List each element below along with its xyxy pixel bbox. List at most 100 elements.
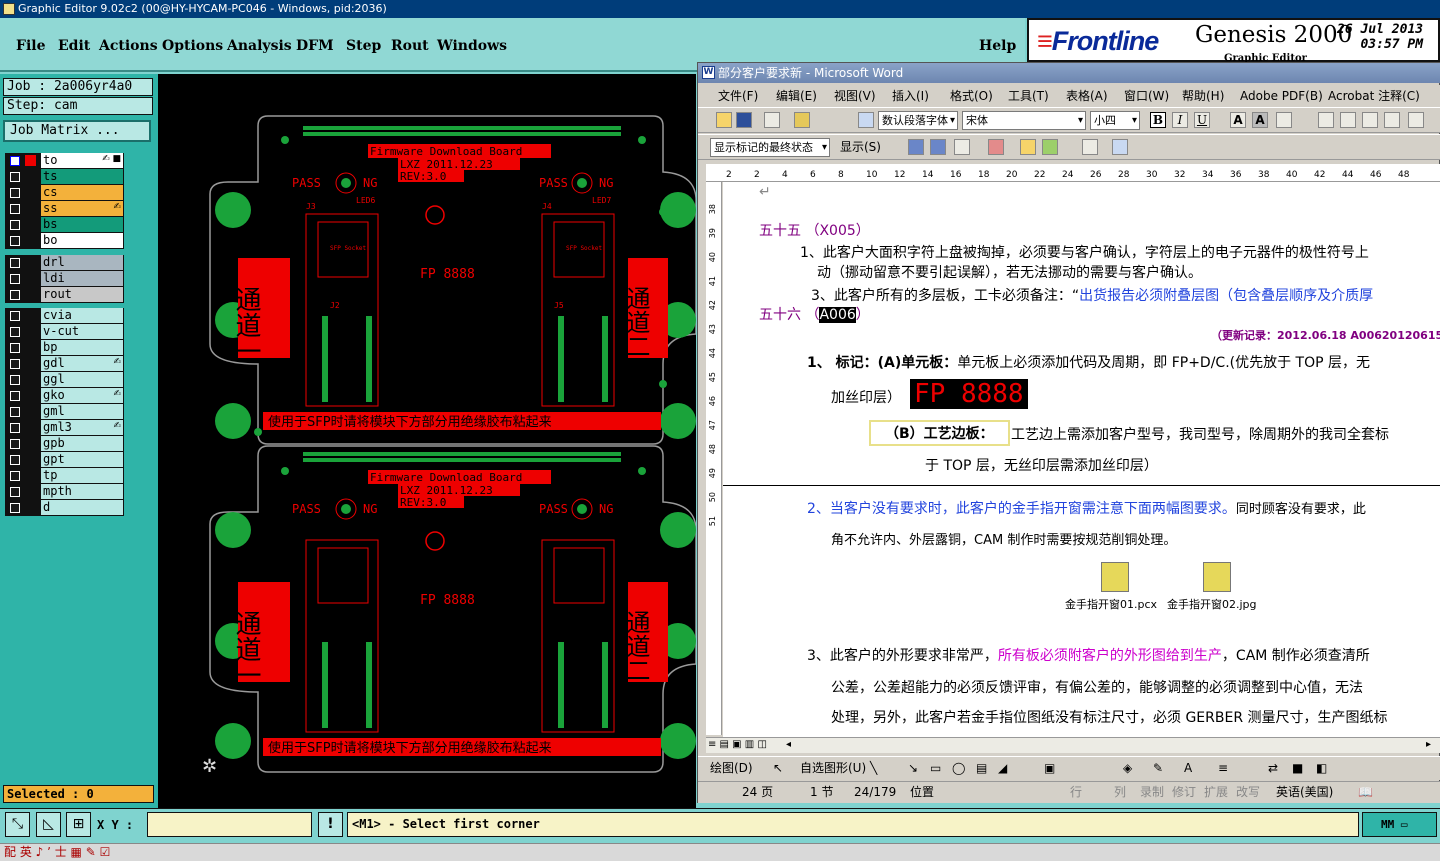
wmenu-adobe-pdf[interactable]: Adobe PDF(B) (1240, 85, 1323, 107)
wmenu-help[interactable]: 帮助(H) (1182, 85, 1224, 107)
layer-row[interactable]: gml (5, 404, 124, 420)
layer-row[interactable]: drl (5, 255, 124, 271)
menu-options[interactable]: Options (162, 38, 223, 54)
comment-icon[interactable] (1020, 139, 1036, 155)
layer-row[interactable]: ggl (5, 372, 124, 388)
open-icon[interactable] (716, 112, 732, 128)
save-icon[interactable] (736, 112, 752, 128)
print-icon[interactable] (764, 112, 780, 128)
job-matrix-button[interactable]: Job Matrix ... (3, 120, 151, 142)
shadow-icon[interactable]: ■ (1292, 757, 1303, 779)
layer-row[interactable]: bp (5, 340, 124, 356)
units-selector[interactable]: MM ▭ (1362, 812, 1437, 837)
autoshape-menu[interactable]: 自选图形(U) (800, 757, 866, 779)
layer-row[interactable]: v-cut (5, 324, 124, 340)
layer-checkbox[interactable] (10, 503, 20, 513)
wmenu-view[interactable]: 视图(V) (834, 85, 876, 107)
font-color-icon[interactable]: A (1184, 757, 1192, 779)
clipart-icon[interactable]: ▣ (1044, 757, 1055, 779)
layer-checkbox[interactable] (10, 407, 20, 417)
status-track[interactable]: 修订 (1172, 782, 1196, 802)
line-color-icon[interactable]: ✎ (1153, 757, 1163, 779)
underline-icon[interactable]: U (1194, 112, 1210, 128)
image-file-icon[interactable] (1101, 562, 1129, 592)
char-scale-icon[interactable] (1276, 112, 1292, 128)
3d-icon[interactable]: ◧ (1316, 757, 1327, 779)
accept-change-icon[interactable] (954, 139, 970, 155)
layer-checkbox[interactable] (10, 487, 20, 497)
line-style-icon[interactable]: ≡ (1218, 757, 1228, 779)
wmenu-table[interactable]: 表格(A) (1066, 85, 1108, 107)
layer-checkbox[interactable] (10, 204, 20, 214)
wmenu-edit[interactable]: 编辑(E) (776, 85, 817, 107)
vertical-ruler[interactable]: 38 39 40 41 42 43 44 45 46 47 48 49 50 51 (706, 182, 722, 735)
wmenu-tools[interactable]: 工具(T) (1008, 85, 1049, 107)
layer-checkbox[interactable] (10, 423, 20, 433)
layer-row[interactable]: tp (5, 468, 124, 484)
layer-checkbox[interactable] (10, 220, 20, 230)
layer-checkbox[interactable] (10, 391, 20, 401)
wmenu-file[interactable]: 文件(F) (718, 85, 758, 107)
zoom-area-icon[interactable]: ◺ (36, 812, 61, 837)
prev-change-icon[interactable] (908, 139, 924, 155)
menu-help[interactable]: Help (979, 38, 1016, 54)
layer-row[interactable]: bs (5, 217, 124, 233)
layer-checkbox[interactable] (10, 236, 20, 246)
grid-icon[interactable]: ⊞ (66, 812, 91, 837)
menu-step[interactable]: Step (346, 38, 381, 54)
layer-checkbox[interactable] (10, 290, 20, 300)
style-combo[interactable]: 数认段落字体 (878, 111, 958, 130)
track-state-combo[interactable]: 显示标记的最终状态 (710, 138, 830, 157)
menu-rout[interactable]: Rout (391, 38, 429, 54)
menu-edit[interactable]: Edit (58, 38, 90, 54)
styles-icon[interactable] (858, 112, 874, 128)
layer-checkbox[interactable] (10, 311, 20, 321)
font-combo[interactable]: 宋体 (962, 111, 1086, 130)
align-left-icon[interactable] (1318, 112, 1334, 128)
highlight-icon[interactable] (1042, 139, 1058, 155)
layer-checkbox[interactable] (10, 156, 20, 166)
zoom-fit-icon[interactable]: ⤡ (5, 812, 30, 837)
wmenu-format[interactable]: 格式(O) (950, 85, 993, 107)
alert-icon[interactable]: ! (318, 812, 343, 837)
line-spacing-icon[interactable] (1408, 112, 1424, 128)
char-border-icon[interactable]: A (1230, 112, 1246, 128)
layer-row[interactable]: rout (5, 287, 124, 303)
layer-row[interactable]: bo (5, 233, 124, 249)
rectangle-icon[interactable]: ▭ (930, 757, 941, 779)
image-file-icon[interactable] (1203, 562, 1231, 592)
layer-row[interactable]: gml3 ✍ (5, 420, 124, 436)
menu-analysis[interactable]: Analysis (227, 38, 292, 54)
layer-checkbox[interactable] (10, 188, 20, 198)
layer-row[interactable]: ss ✍ (5, 201, 124, 217)
layer-row[interactable]: cvia (5, 308, 124, 324)
reviewing-pane-icon[interactable] (1112, 139, 1128, 155)
size-combo[interactable]: 小四 (1090, 111, 1140, 130)
format-painter-icon[interactable] (794, 112, 810, 128)
spellcheck-icon[interactable]: 📖 (1358, 782, 1373, 802)
layer-row[interactable]: mpth (5, 484, 124, 500)
document-body[interactable]: ↵ 五十五 （X005） 1、此客户大面积字符上盘被掏掉，必须要与客户确认，字符… (723, 182, 1440, 737)
scroll-left-icon[interactable]: ◂ (786, 739, 791, 750)
layer-checkbox[interactable] (10, 258, 20, 268)
horizontal-scrollbar[interactable]: ≡ ▤ ▣ ▥ ◫ ◂ ▸ (706, 737, 1440, 753)
layer-checkbox[interactable] (10, 274, 20, 284)
layer-row[interactable]: to ✍ ■ (5, 153, 124, 169)
layer-row[interactable]: ts (5, 169, 124, 185)
align-right-icon[interactable] (1362, 112, 1378, 128)
next-change-icon[interactable] (930, 139, 946, 155)
bold-icon[interactable]: B (1150, 112, 1166, 128)
draw-menu[interactable]: 绘图(D) (710, 757, 753, 779)
layer-checkbox[interactable] (10, 343, 20, 353)
line-icon[interactable]: ╲ (870, 757, 877, 779)
graphic-canvas[interactable]: Firmware Download Board LXZ 2011.12.23 R… (158, 74, 696, 810)
wmenu-insert[interactable]: 插入(I) (892, 85, 929, 107)
track-changes-icon[interactable] (1082, 139, 1098, 155)
layer-row[interactable]: gpb (5, 436, 124, 452)
layer-row[interactable]: ldi (5, 271, 124, 287)
layer-row[interactable]: gdl ✍ (5, 356, 124, 372)
align-center-icon[interactable] (1340, 112, 1356, 128)
oval-icon[interactable]: ◯ (952, 757, 965, 779)
view-buttons-icon[interactable]: ≡ ▤ ▣ ▥ ◫ (708, 739, 767, 750)
wordart-icon[interactable]: ◢ (998, 757, 1007, 779)
